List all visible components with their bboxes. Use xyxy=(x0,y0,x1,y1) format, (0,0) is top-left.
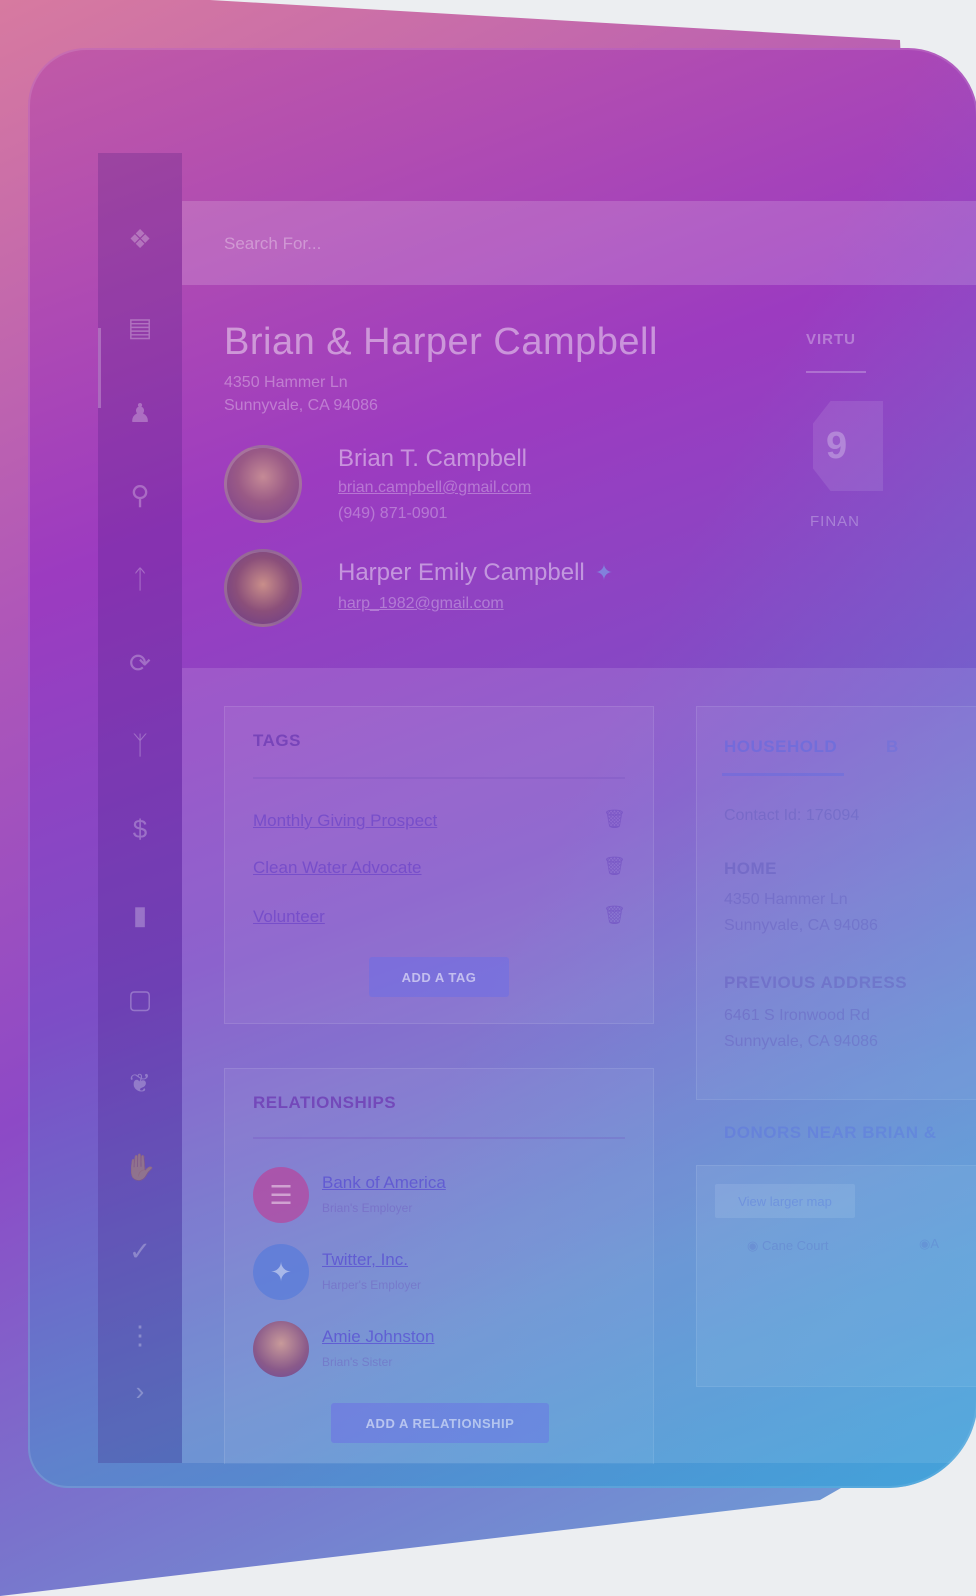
home-line1: 4350 Hammer Ln xyxy=(724,891,848,908)
add-tag-button[interactable]: ADD A TAG xyxy=(369,957,509,997)
map-pin-icon: ◉ xyxy=(919,1236,931,1251)
tab-household[interactable]: HOUSEHOLD xyxy=(724,737,837,757)
relationship-role: Brian's Sister xyxy=(322,1355,393,1369)
device-frame: ❖ ▤ ♟ ⚲ ᛏ ⟳ ᛉ $ ▮ ▢ ❦ ✋ ✓ ⋮ › Brian & Ha… xyxy=(28,48,976,1488)
address-line1: 4350 Hammer Ln xyxy=(224,374,348,391)
calendar-icon[interactable]: ▢ xyxy=(124,983,156,1015)
leaf-icon[interactable]: ❦ xyxy=(124,1067,156,1099)
map-place-name: A xyxy=(930,1236,940,1251)
relationship-link[interactable]: Amie Johnston xyxy=(322,1327,434,1347)
previous-line1: 6461 S Ironwood Rd xyxy=(724,1007,870,1024)
hand-icon[interactable]: ✋ xyxy=(124,1151,156,1183)
add-relationship-button[interactable]: ADD A RELATIONSHIP xyxy=(331,1403,549,1443)
person-icon[interactable]: ♟ xyxy=(124,397,156,429)
avatar[interactable] xyxy=(224,549,302,627)
person-card-harper: Harper Emily Campbell ✦ harp_1982@gmail.c… xyxy=(224,549,744,639)
home-label: HOME xyxy=(724,859,777,878)
donors-title: DONORS NEAR BRIAN & xyxy=(724,1123,937,1142)
previous-line2: Sunnyvale, CA 94086 xyxy=(724,1033,878,1050)
twitter-logo-icon: ✦ xyxy=(253,1244,309,1300)
page-title: Brian & Harper Campbell xyxy=(224,321,658,363)
tab-second[interactable]: B xyxy=(886,737,899,757)
twitter-icon[interactable]: ✦ xyxy=(595,560,613,586)
dollar-icon[interactable]: $ xyxy=(124,813,156,845)
active-indicator xyxy=(98,328,101,408)
address-line2: Sunnyvale, CA 94086 xyxy=(224,397,378,414)
bookmark-icon[interactable]: ▮ xyxy=(124,899,156,931)
card-title: TAGS xyxy=(253,731,301,750)
tag-link[interactable]: Monthly Giving Prospect xyxy=(253,811,437,831)
check-circle-icon[interactable]: ✓ xyxy=(124,1235,156,1267)
map-place-label: ◉A xyxy=(919,1236,939,1252)
tag-link[interactable]: Clean Water Advocate xyxy=(253,858,422,878)
app-screen: ❖ ▤ ♟ ⚲ ᛏ ⟳ ᛉ $ ▮ ▢ ❦ ✋ ✓ ⋮ › Brian & Ha… xyxy=(98,153,976,1464)
relationship-role: Brian's Employer xyxy=(322,1201,413,1215)
relationship-role: Harper's Employer xyxy=(322,1278,421,1292)
score-badge xyxy=(813,401,883,491)
donors-map[interactable]: View larger map ◉ Cane Court ◉A xyxy=(696,1165,976,1387)
chevron-right-icon[interactable]: › xyxy=(124,1375,156,1407)
trash-icon[interactable]: 🗑 xyxy=(603,856,626,877)
grid-icon[interactable]: ⋮ xyxy=(124,1319,156,1351)
score-label: FINAN xyxy=(810,513,860,530)
tags-card: TAGS Monthly Giving Prospect 🗑 Clean Wat… xyxy=(224,706,654,1024)
home-line2: Sunnyvale, CA 94086 xyxy=(724,917,878,934)
tag-link[interactable]: Volunteer xyxy=(253,907,325,927)
merge-icon[interactable]: ᛏ xyxy=(124,563,156,595)
person-email-link[interactable]: brian.campbell@gmail.com xyxy=(338,479,531,497)
tab-virtual[interactable]: VIRTU xyxy=(806,331,856,348)
tab-underline xyxy=(806,371,866,373)
score-value: 9 xyxy=(826,425,848,467)
trash-icon[interactable]: 🗑 xyxy=(603,905,626,926)
divider xyxy=(253,1137,625,1139)
card-title: RELATIONSHIPS xyxy=(253,1093,397,1112)
relationship-link[interactable]: Twitter, Inc. xyxy=(322,1250,408,1270)
map-place-name: Cane Court xyxy=(761,1238,829,1253)
view-larger-map-button[interactable]: View larger map xyxy=(715,1184,855,1218)
previous-address-label: PREVIOUS ADDRESS xyxy=(724,973,908,992)
relationship-link[interactable]: Bank of America xyxy=(322,1173,446,1193)
relationships-card: RELATIONSHIPS ☰ Bank of America Brian's … xyxy=(224,1068,654,1464)
person-email-link[interactable]: harp_1982@gmail.com xyxy=(338,595,504,613)
divider xyxy=(253,777,625,779)
search-bar xyxy=(182,201,976,285)
person-name: Brian T. Campbell xyxy=(338,445,527,472)
household-address: 4350 Hammer Ln Sunnyvale, CA 94086 xyxy=(224,371,378,417)
trash-icon[interactable]: 🗑 xyxy=(603,809,626,830)
avatar xyxy=(253,1321,309,1377)
bar-chart-icon[interactable]: ▤ xyxy=(124,311,156,343)
search-icon[interactable]: ⚲ xyxy=(124,479,156,511)
history-icon[interactable]: ⟳ xyxy=(124,647,156,679)
bank-logo-icon: ☰ xyxy=(253,1167,309,1223)
person-name: Harper Emily Campbell xyxy=(338,559,585,586)
person-phone: (949) 871-0901 xyxy=(338,505,448,522)
search-input[interactable] xyxy=(222,229,726,259)
fork-icon[interactable]: ᛉ xyxy=(124,729,156,761)
map-pin-icon: ◉ xyxy=(747,1238,762,1253)
logo-icon: ❖ xyxy=(128,224,152,254)
person-name-wrap: Harper Emily Campbell ✦ xyxy=(338,559,613,587)
person-card-brian: Brian T. Campbell brian.campbell@gmail.c… xyxy=(224,445,744,535)
contact-id: Contact Id: 176094 xyxy=(724,807,860,824)
tab-underline xyxy=(722,773,844,776)
sidebar-rail: ❖ ▤ ♟ ⚲ ᛏ ⟳ ᛉ $ ▮ ▢ ❦ ✋ ✓ ⋮ › xyxy=(98,153,182,1463)
avatar[interactable] xyxy=(224,445,302,523)
map-place-label: ◉ Cane Court xyxy=(747,1238,828,1254)
